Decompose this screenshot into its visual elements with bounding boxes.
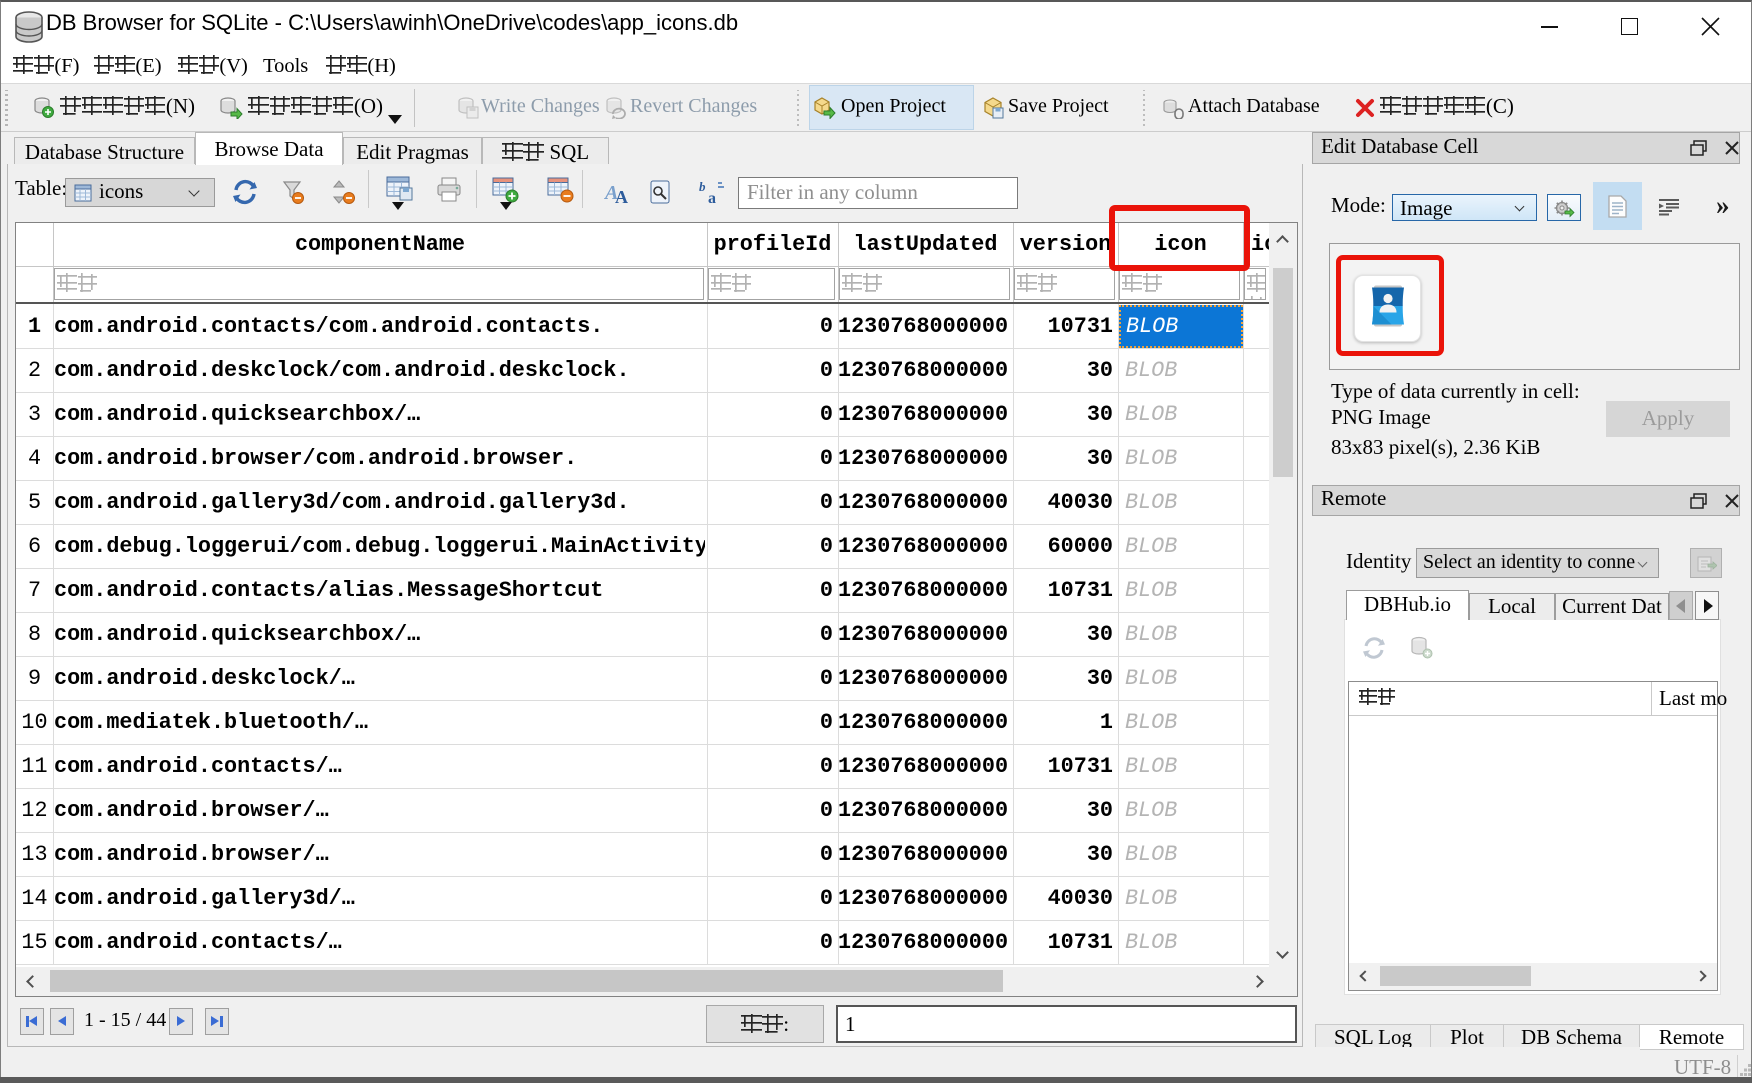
svg-text:b: b <box>699 179 706 194</box>
svg-text:A: A <box>615 187 628 205</box>
svg-text:a: a <box>708 190 716 205</box>
